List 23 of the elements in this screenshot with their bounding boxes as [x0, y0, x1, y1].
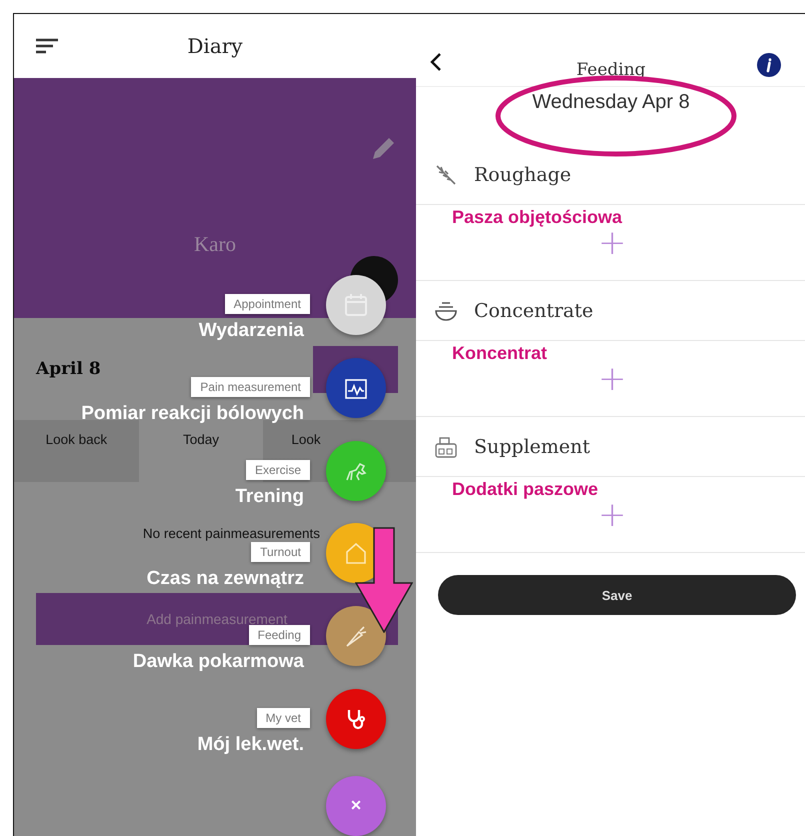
- annotation-text: Mój lek.wet.: [197, 734, 304, 756]
- empty-message: No recent painmeasurements: [142, 526, 321, 541]
- menu-label: Turnout: [251, 542, 310, 562]
- section-title: Roughage: [474, 164, 572, 186]
- horse-name: Karo: [194, 232, 236, 256]
- menu-label: Pain measurement: [191, 376, 310, 397]
- menu-label: My vet: [256, 708, 310, 728]
- menu-label: Feeding: [248, 625, 310, 646]
- annotation-text: Czas na zewnątrz: [146, 568, 304, 590]
- annotation-text: Dawka pokarmowa: [132, 651, 304, 674]
- annotation-text: Wydarzenia: [198, 320, 304, 342]
- screen-title: Feeding: [576, 60, 646, 82]
- menu-label: Exercise: [246, 460, 310, 480]
- menu-label: Appointment: [224, 294, 310, 314]
- annotation-text: Trening: [235, 486, 304, 508]
- section-title: Supplement: [474, 436, 590, 458]
- section-title: Concentrate: [474, 300, 594, 322]
- annotation-text: Koncentrat: [452, 343, 548, 364]
- date-label: April 8: [36, 359, 101, 379]
- annotation-text: Pasza objętościowa: [452, 207, 624, 228]
- date-label: Wednesday Apr 8: [532, 91, 690, 114]
- annotation-text: Dodatki paszowe: [452, 479, 600, 500]
- screen-title: Diary: [187, 34, 243, 58]
